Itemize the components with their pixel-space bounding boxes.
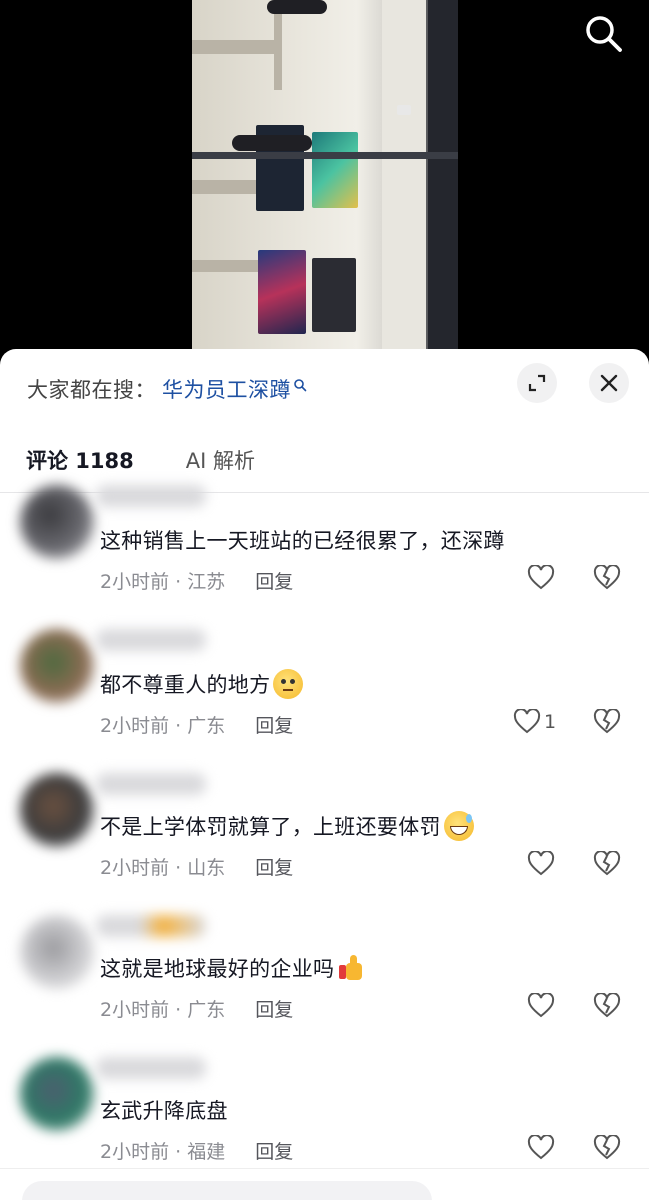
like-button[interactable]	[527, 851, 555, 877]
comment-tabs: 评论 1188 AI 解析	[26, 445, 255, 475]
comment-meta: 2小时前 · 福建 回复	[100, 1137, 293, 1164]
dislike-button[interactable]	[593, 992, 621, 1023]
dislike-button[interactable]	[593, 1134, 621, 1165]
heart-icon	[527, 993, 555, 1018]
like-button[interactable]	[527, 1135, 555, 1161]
comment-time-location: 2小时前 · 广东	[100, 999, 226, 1021]
comment-text-content: 玄武升降底盘	[100, 1099, 228, 1123]
comment-text-content: 这就是地球最好的企业吗	[100, 957, 335, 981]
comment-text: 这种销售上一天班站的已经很累了，还深蹲	[100, 525, 505, 555]
thumbs-up-emoji	[337, 953, 367, 983]
like-count: 1	[544, 711, 557, 733]
comment-meta: 2小时前 · 山东 回复	[100, 853, 293, 880]
reply-button[interactable]: 回复	[255, 711, 293, 738]
comment-text: 这就是地球最好的企业吗	[100, 953, 367, 983]
like-button[interactable]	[527, 993, 555, 1019]
close-icon	[600, 374, 618, 392]
username[interactable]	[96, 1057, 206, 1079]
video-player[interactable]	[0, 0, 649, 360]
comment-meta: 2小时前 · 广东 回复	[100, 711, 293, 738]
dislike-button[interactable]	[593, 708, 621, 739]
comment-item: 这种销售上一天班站的已经很累了，还深蹲 2小时前 · 江苏 回复	[0, 475, 649, 617]
search-button[interactable]	[582, 12, 626, 56]
broken-heart-icon	[593, 850, 621, 876]
grinning-sweat-emoji	[443, 811, 474, 841]
username[interactable]	[96, 629, 206, 651]
heart-icon	[527, 1135, 555, 1160]
avatar[interactable]	[20, 1057, 94, 1131]
broken-heart-icon	[593, 564, 621, 590]
comment-text: 不是上学体罚就算了，上班还要体罚	[100, 811, 474, 841]
comment-sheet: 大家都在搜： 华为员工深蹲 评论 1188 AI 解析 这种销售上一天班站的已经…	[0, 349, 649, 1200]
comment-text: 玄武升降底盘	[100, 1095, 228, 1125]
broken-heart-icon	[593, 992, 621, 1018]
broken-heart-icon	[593, 708, 621, 734]
tab-ai-analysis[interactable]: AI 解析	[186, 445, 255, 475]
search-icon	[586, 16, 622, 52]
avatar[interactable]	[20, 485, 94, 559]
comment-meta: 2小时前 · 广东 回复	[100, 995, 293, 1022]
heart-icon	[527, 565, 555, 590]
reply-button[interactable]: 回复	[255, 1137, 293, 1164]
trending-search-link[interactable]: 华为员工深蹲	[162, 374, 307, 404]
comment-text-content: 不是上学体罚就算了，上班还要体罚	[100, 815, 441, 839]
username[interactable]	[96, 773, 206, 795]
comment-item: 这就是地球最好的企业吗 2小时前 · 广东 回复	[0, 901, 649, 1043]
comment-meta: 2小时前 · 江苏 回复	[100, 567, 293, 594]
comment-item: 都不尊重人的地方 2小时前 · 广东 回复 1	[0, 617, 649, 759]
trending-search-bar: 大家都在搜： 华为员工深蹲	[27, 373, 307, 405]
search-icon	[294, 379, 307, 392]
comment-time-location: 2小时前 · 江苏	[100, 571, 226, 593]
like-button[interactable]	[527, 565, 555, 591]
broken-heart-icon	[593, 1134, 621, 1160]
dislike-button[interactable]	[593, 850, 621, 881]
tab-comments[interactable]: 评论 1188	[26, 445, 134, 475]
comment-time-location: 2小时前 · 福建	[100, 1141, 226, 1163]
video-frame	[192, 0, 458, 350]
dislike-button[interactable]	[593, 564, 621, 595]
expand-button[interactable]	[517, 363, 557, 403]
comment-text-content: 都不尊重人的地方	[100, 673, 271, 697]
thinking-face-emoji	[273, 669, 304, 699]
username[interactable]	[96, 485, 206, 507]
comment-time-location: 2小时前 · 山东	[100, 857, 226, 879]
heart-icon	[527, 851, 555, 876]
comment-text: 都不尊重人的地方	[100, 669, 304, 699]
comment-input-bar	[0, 1168, 649, 1200]
trending-search-term: 华为员工深蹲	[162, 378, 291, 402]
reply-button[interactable]: 回复	[255, 853, 293, 880]
username[interactable]	[96, 915, 206, 937]
trending-search-prefix: 大家都在搜：	[27, 378, 156, 402]
avatar[interactable]	[20, 915, 94, 989]
like-button[interactable]: 1	[513, 709, 556, 735]
comment-time-location: 2小时前 · 广东	[100, 715, 226, 737]
heart-icon	[513, 709, 541, 734]
avatar[interactable]	[20, 629, 94, 703]
comment-item: 玄武升降底盘 2小时前 · 福建 回复	[0, 1043, 649, 1185]
avatar[interactable]	[20, 773, 94, 847]
close-button[interactable]	[589, 363, 629, 403]
comment-text-content: 这种销售上一天班站的已经很累了，还深蹲	[100, 529, 505, 553]
expand-icon	[528, 374, 546, 392]
reply-button[interactable]: 回复	[255, 995, 293, 1022]
reply-button[interactable]: 回复	[255, 567, 293, 594]
comment-input[interactable]	[22, 1181, 432, 1200]
comment-item: 不是上学体罚就算了，上班还要体罚 2小时前 · 山东 回复	[0, 759, 649, 901]
